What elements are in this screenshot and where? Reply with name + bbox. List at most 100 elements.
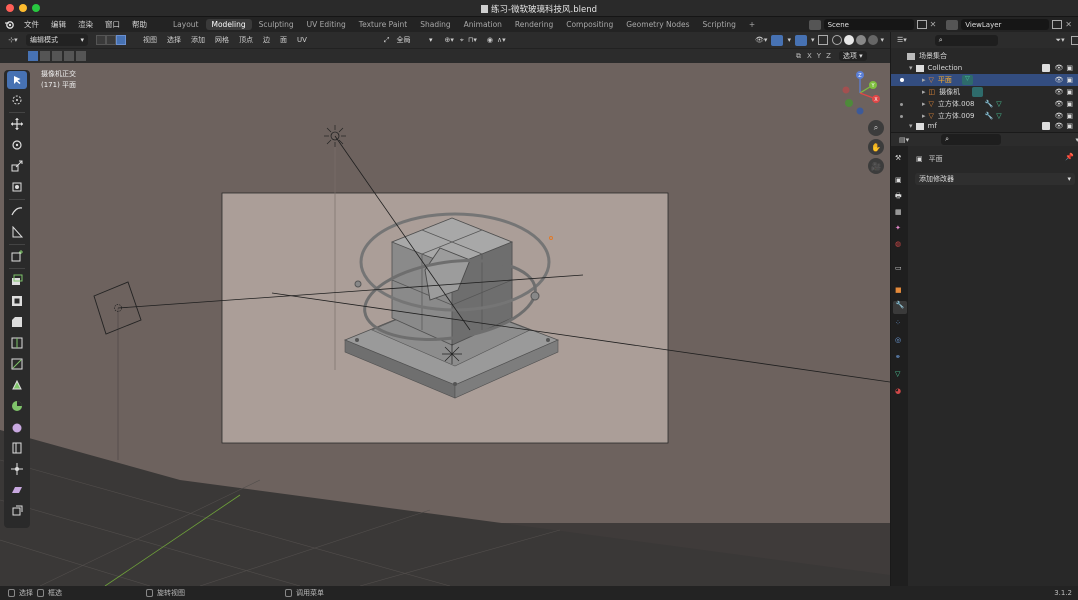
render-camera-icon[interactable]: ▣ (1066, 122, 1073, 130)
camera-data-icon[interactable] (972, 87, 984, 97)
tab-sculpting[interactable]: Sculpting (253, 19, 300, 30)
mesh-data-icon[interactable]: ▽ (961, 75, 973, 85)
physics-tab-icon[interactable]: ◎ (895, 336, 901, 344)
zoom-icon[interactable]: ⌕ (868, 120, 884, 136)
solid-shading-icon[interactable] (844, 35, 855, 45)
outliner-row-plane[interactable]: ▸ ▽ 平面 ▽ 👁 ▣ (891, 74, 1078, 86)
spin-tool[interactable] (7, 397, 27, 415)
eye-icon[interactable]: 👁 (1054, 122, 1063, 130)
rendered-shading-icon[interactable] (868, 35, 879, 45)
annotate-tool[interactable] (7, 202, 27, 220)
editor-type-icon[interactable]: ⊹▾ (0, 36, 26, 44)
snap-target-icon[interactable]: ⊓▾ (468, 36, 477, 44)
eye-icon[interactable]: 👁 (1054, 88, 1063, 96)
bevel-tool[interactable] (7, 313, 27, 331)
eye-icon[interactable]: 👁 (1054, 112, 1063, 120)
properties-editor-icon[interactable]: ▤▾ (899, 136, 909, 144)
mirror-z-toggle[interactable]: Z (826, 52, 831, 60)
eye-icon[interactable]: 👁 (1054, 64, 1063, 72)
delete-view-layer-icon[interactable]: ✕ (1065, 20, 1072, 29)
expand-icon[interactable]: ▸ (922, 112, 926, 120)
overlay-toggle-icon[interactable] (794, 34, 807, 46)
menu-vertex[interactable]: 顶点 (234, 35, 258, 45)
new-scene-icon[interactable] (916, 20, 927, 29)
extend-selection-icon[interactable] (40, 51, 50, 61)
select-box-tool[interactable] (7, 71, 27, 89)
menu-select[interactable]: 选择 (162, 35, 186, 45)
tab-animation[interactable]: Animation (458, 19, 508, 30)
loop-cut-tool[interactable] (7, 334, 27, 352)
scale-tool[interactable] (7, 157, 27, 175)
pan-hand-icon[interactable]: ✋ (868, 139, 884, 155)
tab-rendering[interactable]: Rendering (509, 19, 559, 30)
expand-icon[interactable]: ▾ (909, 122, 913, 130)
material-tab-icon[interactable]: ◕ (895, 387, 901, 395)
delete-scene-icon[interactable]: ✕ (930, 20, 937, 29)
invert-selection-icon[interactable] (64, 51, 74, 61)
tab-layout[interactable]: Layout (167, 19, 205, 30)
vertex-select-icon[interactable] (96, 35, 106, 45)
camera-view-icon[interactable]: 🎥 (868, 158, 884, 174)
view-layer-icon[interactable] (946, 19, 959, 30)
edge-slide-tool[interactable] (7, 439, 27, 457)
menu-add[interactable]: 添加 (186, 35, 210, 45)
filter-icon[interactable]: ⏷▾ (1056, 36, 1065, 45)
edge-select-icon[interactable] (106, 35, 116, 45)
gizmo-toggle-icon[interactable] (771, 34, 784, 46)
outliner-search-input[interactable]: ⌕ (934, 34, 998, 46)
menu-view[interactable]: 视图 (138, 35, 162, 45)
outliner-row-cube-008[interactable]: ▸ ▽ 立方体.008 🔧 ▽ 👁 ▣ (891, 98, 1078, 110)
add-workspace-button[interactable]: + (743, 19, 761, 30)
options-dropdown[interactable]: 选项 ▾ (838, 51, 867, 61)
tab-uv-editing[interactable]: UV Editing (301, 19, 352, 30)
menu-mesh[interactable]: 网格 (210, 35, 234, 45)
constraints-tab-icon[interactable]: ⚭ (895, 353, 901, 361)
tab-shading[interactable]: Shading (414, 19, 456, 30)
render-camera-icon[interactable]: ▣ (1066, 100, 1073, 108)
poly-build-tool[interactable] (7, 376, 27, 394)
menu-edge[interactable]: 边 (258, 35, 275, 45)
new-selection-icon[interactable] (28, 51, 38, 61)
visibility-icon[interactable]: 👁▾ (755, 36, 767, 44)
cursor-tool[interactable] (7, 91, 27, 109)
render-camera-icon[interactable]: ▣ (1066, 88, 1073, 96)
world-tab-icon[interactable]: ◍ (895, 240, 901, 248)
chevron-down-icon[interactable]: ▾ (787, 36, 791, 44)
mode-selector[interactable]: 编辑模式 ▾ (26, 34, 88, 46)
shrink-fatten-tool[interactable] (7, 460, 27, 478)
view-layer-selector[interactable]: ViewLayer (961, 19, 1050, 30)
add-modifier-button[interactable]: 添加修改器 ▾ (915, 173, 1075, 185)
transform-tool[interactable] (7, 178, 27, 196)
new-view-layer-icon[interactable] (1052, 20, 1063, 29)
outliner-row-cube-009[interactable]: ▸ ▽ 立方体.009 🔧 ▽ 👁 ▣ (891, 110, 1078, 122)
render-camera-icon[interactable]: ▣ (1066, 112, 1073, 120)
blender-logo-icon[interactable] (0, 20, 18, 29)
menu-edit[interactable]: 编辑 (45, 19, 72, 30)
tab-scripting[interactable]: Scripting (697, 19, 742, 30)
proportional-edit-icon[interactable]: ◉ (487, 36, 493, 44)
modifier-wrench-icon[interactable]: 🔧 (985, 112, 994, 120)
shear-tool[interactable] (7, 481, 27, 499)
menu-uv[interactable]: UV (292, 36, 312, 44)
expand-icon[interactable]: ▾ (909, 64, 913, 72)
pivot-icon[interactable]: ⊕▾ (445, 36, 454, 44)
move-tool[interactable] (7, 115, 27, 133)
navigation-gizmo[interactable]: Z Y X (838, 69, 886, 117)
extrude-tool[interactable] (7, 271, 27, 289)
material-shading-icon[interactable] (856, 35, 867, 45)
expand-icon[interactable]: ▸ (922, 88, 926, 96)
snap-icon[interactable]: ⌖ (460, 36, 464, 45)
inset-tool[interactable] (7, 292, 27, 310)
object-tab-icon[interactable]: ■ (895, 286, 902, 294)
expand-icon[interactable]: ▸ (922, 76, 926, 84)
mirror-y-toggle[interactable]: Y (817, 52, 821, 60)
outliner-row-scene-collection[interactable]: 场景集合 (891, 50, 1078, 62)
intersect-selection-icon[interactable] (76, 51, 86, 61)
eye-icon[interactable]: 👁 (1054, 76, 1063, 84)
tab-texture-paint[interactable]: Texture Paint (353, 19, 413, 30)
eye-icon[interactable]: 👁 (1054, 100, 1063, 108)
outliner-row-collection[interactable]: ▾ Collection 👁 ▣ (891, 62, 1078, 74)
expand-icon[interactable]: ▸ (922, 100, 926, 108)
transform-orientation-icon[interactable]: ⤢ (384, 36, 390, 45)
chevron-down-icon[interactable]: ▾ (811, 36, 815, 44)
